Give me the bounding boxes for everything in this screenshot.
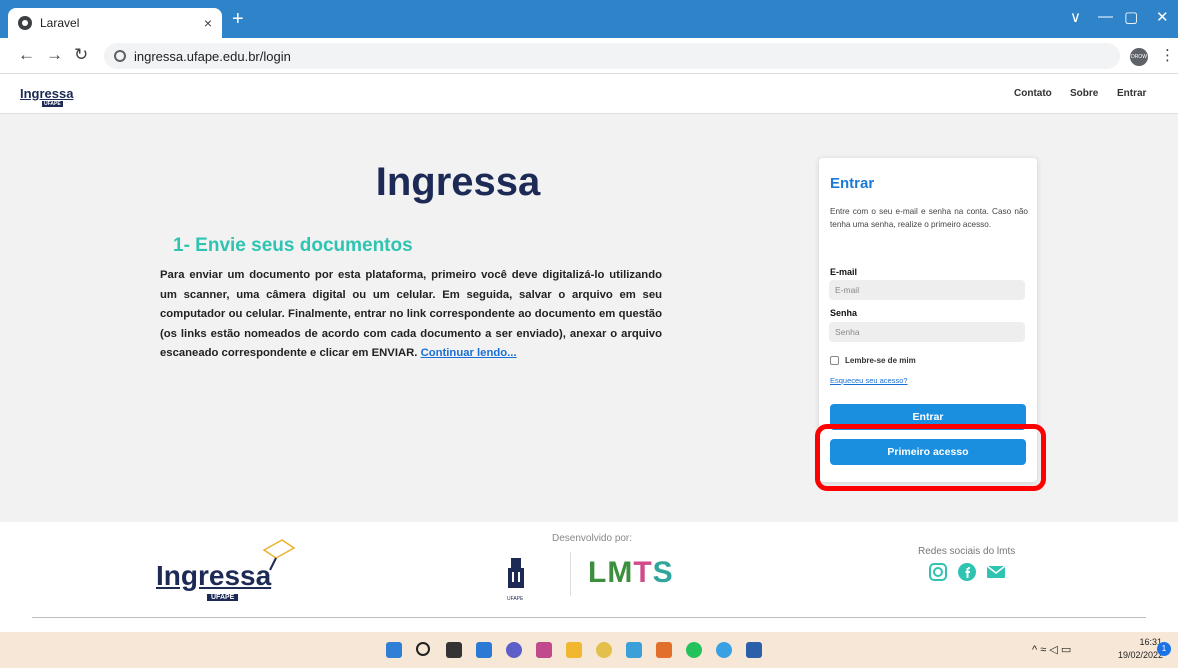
extension-icon[interactable]: DROW [1130, 48, 1148, 66]
mail-icon[interactable] [986, 562, 1006, 582]
notepad-icon[interactable] [626, 642, 642, 658]
windows-taskbar: ^ ≈ ◁ ▭ 16:31 19/02/2022 1 [0, 632, 1178, 668]
notification-badge[interactable]: 1 [1157, 642, 1171, 656]
footer-divider [570, 552, 571, 596]
read-more-link[interactable]: Continuar lendo... [421, 347, 517, 359]
forward-icon[interactable]: → [46, 46, 63, 64]
clock-date: 19/02/2022 [1118, 650, 1164, 660]
email-label: E-mail [830, 267, 858, 277]
globe-icon [18, 16, 32, 30]
ufape-tower-icon [508, 558, 524, 588]
page-title: Ingressa [375, 160, 541, 204]
social-icons [928, 562, 1006, 582]
header-logo-sub: UFAPE [42, 101, 63, 107]
footer-bottom-line [32, 617, 1146, 618]
site-info-icon[interactable] [114, 50, 126, 62]
lmts-logo[interactable]: LMTS [588, 556, 674, 590]
social-label: Redes sociais do lmts [918, 546, 1016, 557]
nav-sobre-link[interactable]: Sobre [1070, 88, 1098, 99]
forgot-access-link[interactable]: Esqueceu seu acesso? [830, 376, 908, 385]
browser-menu-icon[interactable]: ⋮ [1160, 48, 1175, 64]
graduation-cap-icon [262, 539, 296, 571]
facebook-icon[interactable] [957, 562, 977, 582]
lmts-logo-part: T [633, 556, 653, 589]
login-description: Entre com o seu e-mail e senha na conta.… [830, 207, 1028, 229]
remember-label: Lembre-se de mim [845, 356, 916, 365]
chrome-profile-icon[interactable] [716, 642, 732, 658]
remember-checkbox[interactable] [830, 356, 839, 365]
browser-toolbar: ← → ↻ ingressa.ufape.edu.br/login DROW ⋮ [0, 38, 1178, 74]
step-text: Para enviar um documento por esta plataf… [160, 269, 662, 360]
back-icon[interactable]: ← [18, 46, 35, 64]
header-logo-text: Ingressa [20, 86, 74, 101]
app-icon[interactable] [656, 642, 672, 658]
close-window-button[interactable]: ✕ [1156, 8, 1169, 26]
instagram-icon[interactable] [928, 562, 948, 582]
start-icon[interactable] [386, 642, 402, 658]
maximize-button[interactable]: ▢ [1124, 8, 1138, 26]
lmts-logo-part: LM [588, 556, 634, 589]
chat-icon[interactable] [506, 642, 522, 658]
footer-logo-text: Ingressa [156, 560, 272, 591]
remember-me[interactable]: Lembre-se de mim [830, 356, 916, 365]
step-description: Para enviar um documento por esta plataf… [160, 266, 662, 364]
chrome-icon[interactable] [596, 642, 612, 658]
new-tab-button[interactable]: + [232, 9, 244, 29]
browser-tab[interactable]: Laravel × [8, 8, 222, 38]
app-icon[interactable] [536, 642, 552, 658]
file-explorer-icon[interactable] [566, 642, 582, 658]
search-icon[interactable] [416, 642, 430, 656]
login-title: Entrar [830, 175, 875, 192]
whatsapp-icon[interactable] [686, 642, 702, 658]
developed-by-label: Desenvolvido por: [552, 533, 633, 544]
site-footer: Ingressa UFAPE Desenvolvido por: UFAPE L… [0, 522, 1178, 632]
footer-logo: Ingressa UFAPE [156, 560, 272, 601]
clock[interactable]: 16:31 19/02/2022 [1118, 636, 1164, 662]
password-label: Senha [830, 308, 858, 318]
step-title: 1- Envie seus documentos [173, 235, 413, 256]
tab-search-button[interactable]: ∨ [1070, 8, 1081, 26]
browser-tabstrip: Laravel × + ∨ — ▢ ✕ [0, 0, 1178, 38]
red-highlight-box [815, 424, 1046, 491]
header-logo[interactable]: Ingressa UFAPE [20, 86, 74, 107]
site-header: Ingressa UFAPE Contato Sobre Entrar [0, 74, 1178, 114]
task-view-icon[interactable] [446, 642, 462, 658]
word-icon[interactable] [746, 642, 762, 658]
clock-time: 16:31 [1139, 637, 1162, 647]
address-bar[interactable]: ingressa.ufape.edu.br/login [104, 43, 1120, 69]
tab-close-button[interactable]: × [204, 15, 212, 31]
minimize-button[interactable]: — [1098, 8, 1113, 25]
reload-icon[interactable]: ↻ [74, 46, 88, 64]
url-text: ingressa.ufape.edu.br/login [134, 48, 291, 64]
nav-entrar-link[interactable]: Entrar [1117, 88, 1146, 99]
system-tray-icons[interactable]: ^ ≈ ◁ ▭ [1032, 643, 1071, 656]
tower-sub: UFAPE [507, 596, 524, 602]
widgets-icon[interactable] [476, 642, 492, 658]
nav-contato-link[interactable]: Contato [1014, 88, 1052, 99]
password-field[interactable] [829, 322, 1025, 342]
footer-logo-sub: UFAPE [207, 594, 239, 601]
email-field[interactable] [829, 280, 1025, 300]
lmts-logo-part: S [652, 556, 674, 589]
tab-title: Laravel [40, 16, 80, 30]
